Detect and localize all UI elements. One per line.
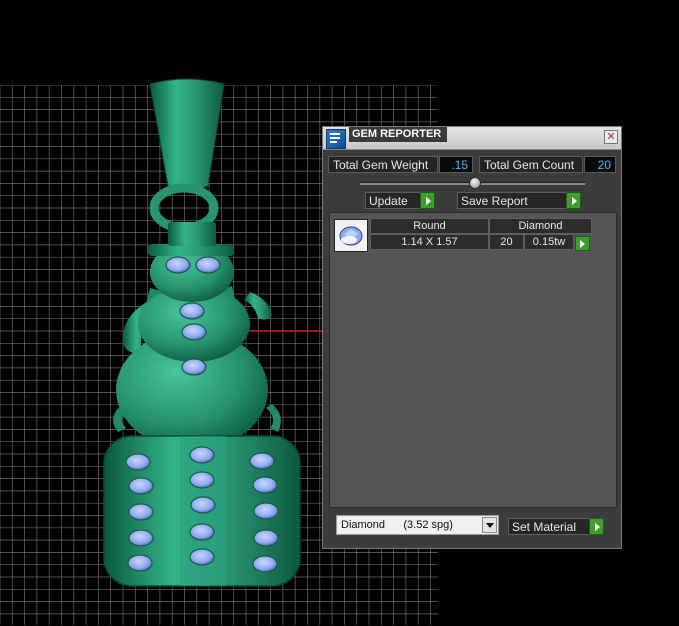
chevron-down-icon[interactable] [482, 517, 497, 533]
gem-stone [249, 452, 275, 470]
set-material-button-label: Set Material [512, 520, 577, 534]
save-report-button[interactable]: Save Report [457, 192, 581, 209]
gem-stone [253, 529, 279, 547]
shape-cell: Round [370, 218, 489, 234]
app-icon [326, 129, 346, 149]
pendant-bail [149, 78, 225, 191]
panel-title: GEM REPORTER [349, 127, 448, 142]
gem-stone [252, 555, 278, 573]
gem-stone [190, 496, 216, 514]
total-gem-weight-label: Total Gem Weight [328, 156, 438, 173]
gem-stone [181, 323, 207, 341]
gem-stone [253, 502, 279, 520]
play-arrow-icon [589, 518, 604, 535]
3d-viewport[interactable]: GEM REPORTER ✕ Total Gem Weight .15 Tota… [0, 0, 679, 626]
gem-stone [189, 471, 215, 489]
weight-cell: 0.15tw [524, 234, 574, 250]
panel-titlebar[interactable]: GEM REPORTER ✕ [323, 127, 621, 150]
row-play-arrow-icon[interactable] [575, 236, 590, 251]
slider-thumb[interactable] [469, 177, 481, 189]
total-gem-count-value: 20 [584, 156, 616, 173]
gem-stone [128, 477, 154, 495]
gem-stone [252, 476, 278, 494]
gem-stone [189, 446, 215, 464]
count-cell: 20 [489, 234, 524, 250]
total-gem-weight-value: .15 [439, 156, 473, 173]
save-report-button-label: Save Report [461, 194, 528, 208]
gem-stone [127, 554, 153, 572]
size-cell: 1.14 X 1.57 [370, 234, 489, 250]
update-button-label: Update [369, 194, 408, 208]
gem-stone [125, 453, 151, 471]
hat-crown [168, 222, 216, 246]
material-select-value: Diamond (3.52 spg) [341, 519, 453, 531]
right-hand [266, 404, 281, 432]
update-button[interactable]: Update [365, 192, 435, 209]
round-gem-icon[interactable] [334, 219, 368, 252]
material-cell: Diamond [489, 218, 592, 234]
gem-stone [195, 256, 221, 274]
gem-stone [181, 358, 207, 376]
left-hand [113, 408, 126, 432]
gem-stone [128, 529, 154, 547]
gem-stone [189, 523, 215, 541]
gem-stone [189, 548, 215, 566]
gem-stone [165, 256, 191, 274]
play-arrow-icon [566, 192, 581, 209]
play-arrow-icon [420, 192, 435, 209]
set-material-button[interactable]: Set Material [508, 518, 604, 535]
gem-stone [179, 302, 205, 320]
material-select[interactable]: Diamond (3.52 spg) [336, 515, 499, 535]
close-icon[interactable]: ✕ [604, 130, 618, 144]
gem-report-list: Round Diamond 1.14 X 1.57 20 0.15tw [329, 212, 617, 508]
gem-stone [128, 503, 154, 521]
gem-reporter-panel: GEM REPORTER ✕ Total Gem Weight .15 Tota… [322, 126, 622, 549]
total-gem-count-label: Total Gem Count [479, 156, 583, 173]
